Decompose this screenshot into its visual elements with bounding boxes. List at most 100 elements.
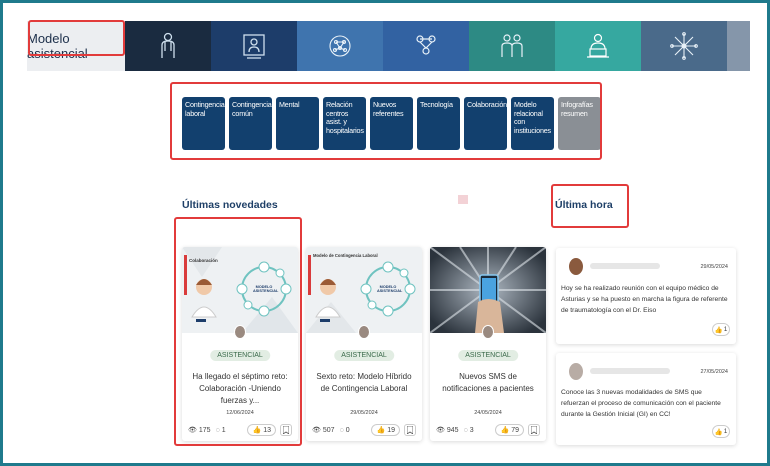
likes-count: 1 bbox=[723, 428, 728, 435]
nav-segment-3[interactable] bbox=[297, 21, 383, 71]
comments-stat: ◌ 3 bbox=[464, 427, 474, 434]
card-stats: 👁 175 ◌ 1 👍 13 bbox=[188, 424, 292, 436]
news-card[interactable]: Colaboración MODELO ASISTENCIAL ASISTENC… bbox=[182, 247, 298, 441]
latest-post[interactable]: 29/05/2024 Hoy se ha realizado reunión c… bbox=[556, 248, 736, 344]
like-button[interactable]: 👍 19 bbox=[371, 424, 400, 436]
author-name-placeholder bbox=[590, 368, 670, 374]
card-image bbox=[430, 247, 546, 333]
comment-icon: ◌ bbox=[463, 426, 468, 434]
thumb-up-icon: 👍 bbox=[252, 427, 262, 434]
likes-count: 19 bbox=[387, 426, 395, 434]
avatar bbox=[358, 325, 370, 339]
likes-count: 1 bbox=[723, 326, 728, 333]
comment-icon: ◌ bbox=[339, 426, 344, 434]
card-date: 12/06/2024 bbox=[226, 410, 254, 416]
thumb-up-icon: 👍 bbox=[500, 427, 510, 434]
like-button[interactable]: 👍 13 bbox=[247, 424, 276, 436]
nav-segment-8[interactable] bbox=[727, 21, 750, 71]
presenter-screen-icon bbox=[243, 34, 265, 59]
eye-icon: 👁 bbox=[188, 427, 197, 434]
comments-stat: ◌ 1 bbox=[216, 427, 226, 434]
section-title-modelo-asistencial[interactable]: Modelo asistencial bbox=[27, 21, 125, 71]
doctor-figure-icon bbox=[161, 32, 175, 58]
bookmark-button[interactable] bbox=[280, 424, 292, 436]
news-card[interactable]: Modelo de Contingencia Laboral MODELO AS… bbox=[306, 247, 422, 441]
latest-post[interactable]: 27/05/2024 Conoce las 3 nuevas modalidad… bbox=[556, 353, 736, 445]
bookmark-button[interactable] bbox=[404, 424, 416, 436]
card-stats: 👁 945 ◌ 3 👍 79 bbox=[436, 424, 540, 436]
thumb-up-icon: 👍 bbox=[714, 428, 723, 436]
views-count: 175 bbox=[198, 426, 211, 434]
status-badge: ASISTENCIAL bbox=[210, 350, 270, 361]
eye-icon: 👁 bbox=[312, 427, 321, 434]
card-title[interactable]: Sexto reto: Modelo Híbrido de Contingenc… bbox=[312, 371, 416, 395]
card-image-caption: MODELO ASISTENCIAL bbox=[377, 285, 403, 293]
views-count: 507 bbox=[322, 426, 335, 434]
nav-segment-4[interactable] bbox=[383, 21, 469, 71]
post-date: 27/05/2024 bbox=[700, 369, 728, 375]
eye-icon: 👁 bbox=[436, 427, 445, 434]
card-date: 29/05/2024 bbox=[350, 410, 378, 416]
news-card[interactable]: ASISTENCIAL Nuevos SMS de notificaciones… bbox=[430, 247, 546, 441]
doctor-pair-icon bbox=[501, 34, 523, 57]
bookmark-icon bbox=[531, 426, 537, 434]
card-stats: 👁 507 ◌ 0 👍 19 bbox=[312, 424, 416, 436]
nav-segment-6[interactable] bbox=[555, 21, 641, 71]
category-mental[interactable]: Mental bbox=[276, 97, 319, 150]
like-button[interactable]: 👍 1 bbox=[712, 425, 730, 438]
views-stat: 👁 175 bbox=[188, 426, 211, 435]
views-count: 945 bbox=[446, 426, 459, 434]
post-date: 29/05/2024 bbox=[700, 264, 728, 270]
avatar bbox=[569, 363, 583, 380]
comments-stat: ◌ 0 bbox=[340, 427, 350, 434]
card-date: 24/05/2024 bbox=[474, 410, 502, 416]
likes-count: 13 bbox=[263, 426, 271, 434]
bookmark-icon bbox=[283, 426, 289, 434]
views-stat: 👁 507 bbox=[312, 426, 335, 435]
post-text: Conoce las 3 nuevas modalidades de SMS q… bbox=[561, 389, 721, 418]
screenshot-frame: Modelo asistencial Contingencia laboral … bbox=[0, 0, 770, 466]
category-tecnologia[interactable]: Tecnología bbox=[417, 97, 460, 150]
avatar bbox=[569, 258, 583, 275]
doctor-laptop-icon bbox=[587, 33, 609, 58]
card-image-label: Modelo de Contingencia Laboral bbox=[313, 253, 378, 258]
bookmark-button[interactable] bbox=[528, 424, 540, 436]
category-relacion-centros[interactable]: Relación centros asist. y hospitalarios bbox=[323, 97, 366, 150]
views-stat: 👁 945 bbox=[436, 426, 459, 435]
status-badge: ASISTENCIAL bbox=[458, 350, 518, 361]
card-title[interactable]: Nuevos SMS de notificaciones a pacientes bbox=[436, 371, 540, 395]
nav-segment-5[interactable] bbox=[469, 21, 555, 71]
category-nuevos-referentes[interactable]: Nuevos referentes bbox=[370, 97, 413, 150]
comments-count: 0 bbox=[345, 426, 350, 434]
team-network-icon bbox=[416, 35, 436, 55]
neural-network-icon bbox=[329, 35, 351, 57]
card-image-caption: MODELO ASISTENCIAL bbox=[253, 285, 279, 293]
category-modelo-relacional[interactable]: Modelo relacional con instituciones bbox=[511, 97, 554, 150]
category-contingencia-laboral[interactable]: Contingencia laboral bbox=[182, 97, 225, 150]
star-network-icon bbox=[670, 32, 698, 60]
category-colaboracion[interactable]: Colaboración bbox=[464, 97, 507, 150]
comments-count: 3 bbox=[469, 426, 474, 434]
bookmark-icon bbox=[407, 426, 413, 434]
like-button[interactable]: 👍 79 bbox=[495, 424, 524, 436]
nav-segment-1[interactable] bbox=[125, 21, 211, 71]
likes-count: 79 bbox=[511, 426, 519, 434]
card-title[interactable]: Ha llegado el séptimo reto: Colaboración… bbox=[188, 371, 292, 407]
nav-segment-2[interactable] bbox=[211, 21, 297, 71]
top-navigation-band: Modelo asistencial bbox=[27, 21, 750, 71]
category-infografias[interactable]: Infografías resumen bbox=[558, 97, 601, 150]
category-contingencia-comun[interactable]: Contingencia común bbox=[229, 97, 272, 150]
card-image: Modelo de Contingencia Laboral MODELO AS… bbox=[306, 247, 422, 333]
avatar bbox=[482, 325, 494, 339]
smartphone-tunnel-photo-icon bbox=[430, 247, 546, 333]
category-buttons: Contingencia laboral Contingencia común … bbox=[182, 97, 601, 150]
post-text: Hoy se ha realizado reunión con el equip… bbox=[561, 285, 728, 314]
comment-icon: ◌ bbox=[215, 426, 220, 434]
nav-segment-7[interactable] bbox=[641, 21, 727, 71]
avatar bbox=[234, 325, 246, 339]
like-button[interactable]: 👍 1 bbox=[712, 323, 730, 336]
status-badge: ASISTENCIAL bbox=[334, 350, 394, 361]
thumb-up-icon: 👍 bbox=[376, 427, 386, 434]
author-name-placeholder bbox=[590, 263, 660, 269]
thumb-up-icon: 👍 bbox=[714, 326, 723, 334]
